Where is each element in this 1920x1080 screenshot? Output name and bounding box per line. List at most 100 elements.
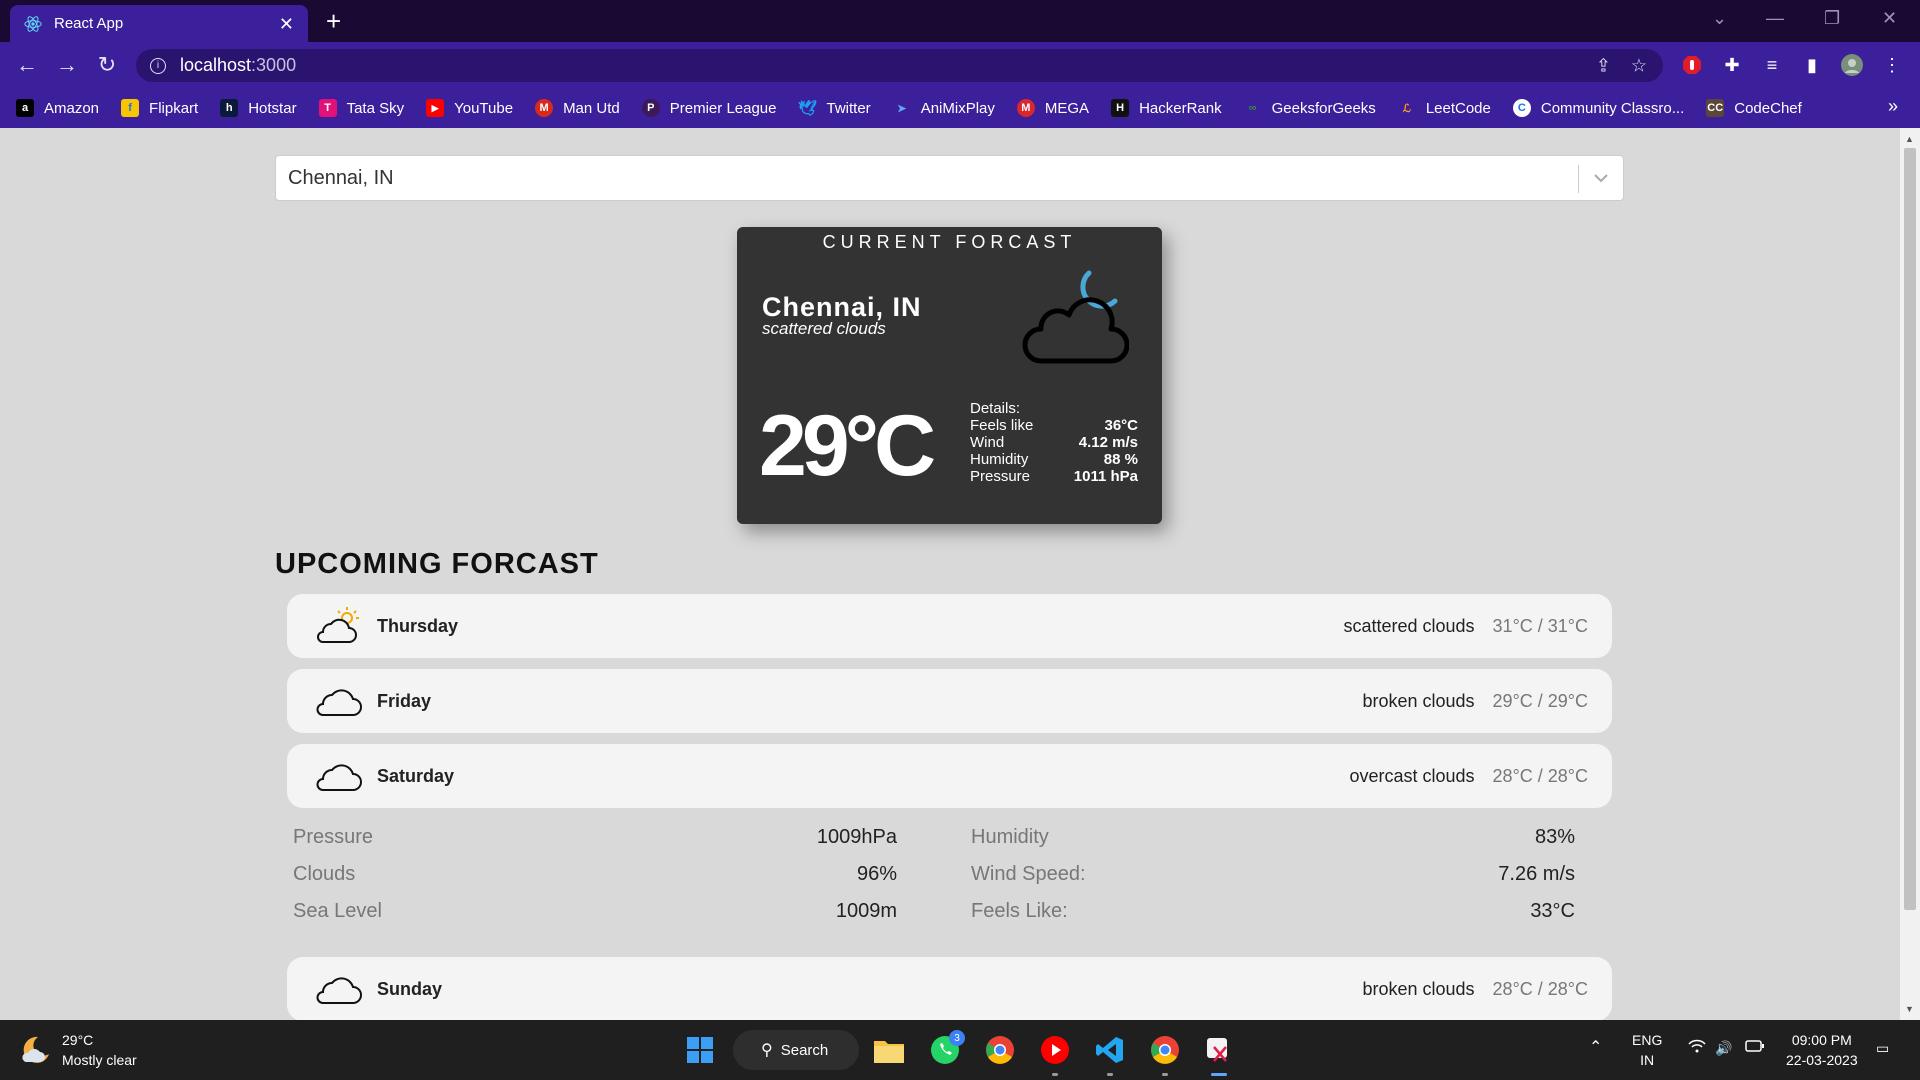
reload-button[interactable]: ↻ (93, 51, 121, 79)
language-line-1: ENG (1632, 1032, 1663, 1048)
twitter-icon: 🕊 (797, 100, 818, 117)
amazon-icon: a (16, 99, 34, 117)
exp-value: 33°C (1530, 900, 1575, 922)
back-button[interactable]: ← (13, 51, 41, 79)
bookmark-label: Hotstar (248, 99, 297, 117)
bookmark-twitter[interactable]: 🕊 Twitter (797, 99, 871, 118)
extensions-puzzle-icon[interactable]: ✚ (1719, 52, 1745, 78)
notifications-icon[interactable]: ▭ (1876, 1038, 1889, 1058)
bookmark-mega[interactable]: M MEGA (1016, 99, 1089, 117)
taskbar-search-button[interactable]: ⚲ Search (733, 1030, 859, 1070)
bookmark-star-icon[interactable]: ☆ (1631, 55, 1647, 76)
battery-icon[interactable] (1745, 1038, 1765, 1058)
bookmark-flipkart[interactable]: f Flipkart (121, 99, 198, 117)
minimize-button[interactable]: — (1766, 8, 1784, 29)
volume-icon[interactable]: 🔊 (1715, 1038, 1732, 1058)
running-indicator (1052, 1073, 1058, 1076)
bookmark-youtube[interactable]: ▶ YouTube (426, 99, 513, 117)
file-explorer-icon[interactable] (869, 1030, 909, 1070)
detail-value: 88 % (1103, 451, 1138, 468)
bookmark-codechef[interactable]: CC CodeChef (1706, 99, 1802, 117)
bookmark-premier-league[interactable]: P Premier League (641, 99, 777, 117)
site-info-icon[interactable]: i (150, 57, 166, 74)
day-name: Saturday (377, 765, 455, 786)
day-temps: 28°C / 28°C (1492, 978, 1588, 999)
bookmark-community-classroom[interactable]: C Community Classro... (1512, 99, 1684, 117)
bookmark-label: Tata Sky (346, 99, 405, 117)
tab-search-icon[interactable]: ⌄ (1712, 8, 1727, 29)
bookmark-hotstar[interactable]: h Hotstar (220, 99, 297, 117)
scroll-up-arrow-icon[interactable]: ▲ (1905, 134, 1914, 144)
media-control-icon[interactable]: ≡ (1759, 52, 1785, 78)
page-scrollbar[interactable]: ▲ ▼ (1900, 128, 1920, 1020)
forecast-day-saturday[interactable]: Saturday overcast clouds 28°C / 28°C (287, 744, 1612, 808)
youtube-music-app-icon[interactable] (1035, 1030, 1075, 1076)
taskbar-weather-widget[interactable]: 29°C Mostly clear (20, 1030, 137, 1070)
city-search-select[interactable]: Chennai, IN (275, 155, 1624, 201)
bookmark-amazon[interactable]: a Amazon (16, 99, 99, 117)
day-description: broken clouds (1362, 978, 1475, 999)
exp-value: 1009hPa (816, 826, 897, 848)
new-tab-button[interactable]: + (326, 6, 341, 36)
search-icon: ⚲ (761, 1042, 773, 1059)
address-bar[interactable]: i localhost:3000 ⇪ ☆ (136, 49, 1663, 82)
show-hidden-icons-chevron[interactable]: ⌃ (1589, 1038, 1602, 1058)
bookmark-label: CodeChef (1734, 99, 1802, 117)
city-search-value: Chennai, IN (288, 166, 394, 189)
clock[interactable]: 09:00 PM 22-03-2023 (1786, 1030, 1858, 1070)
whatsapp-icon[interactable]: 3 (925, 1030, 965, 1070)
close-window-button[interactable]: ✕ (1882, 8, 1897, 29)
chrome-profile-icon[interactable] (1145, 1030, 1185, 1076)
exp-row-feels-like: Feels Like: 33°C (971, 900, 1575, 937)
geeksforgeeks-icon: ∞ (1248, 102, 1257, 114)
clock-time: 09:00 PM (1791, 1032, 1852, 1048)
restore-button[interactable]: ❐ (1824, 8, 1840, 29)
tab-close-icon[interactable]: ✕ (279, 15, 294, 33)
forward-button[interactable]: → (53, 51, 81, 79)
scrollbar-thumb[interactable] (1904, 148, 1916, 910)
forecast-day-friday[interactable]: Friday broken clouds 29°C / 29°C (287, 669, 1612, 733)
mega-icon: M (1016, 99, 1035, 117)
hackerrank-icon: H (1111, 99, 1130, 117)
share-icon[interactable]: ⇪ (1596, 55, 1611, 76)
expanded-left-column: Pressure 1009hPa Clouds 96% Sea Level 1009m (293, 826, 897, 937)
day-temps: 28°C / 28°C (1492, 765, 1588, 786)
forecast-day-sunday[interactable]: Sunday broken clouds 28°C / 28°C (287, 957, 1612, 1020)
cloudy-night-icon (1019, 267, 1130, 372)
scroll-down-arrow-icon[interactable]: ▼ (1905, 1004, 1914, 1014)
tata-sky-icon: T (318, 99, 337, 117)
tab-react-app[interactable]: React App ✕ (10, 5, 308, 42)
side-panel-icon[interactable]: ▮ (1799, 52, 1825, 78)
forecast-day-thursday[interactable]: Thursday scattered clouds 31°C / 31°C (287, 594, 1612, 658)
profile-avatar[interactable] (1839, 52, 1865, 78)
current-forecast-heading: CURRENT FORCAST (822, 232, 1077, 252)
bookmark-animixplay[interactable]: ➤ AniMixPlay (893, 99, 995, 117)
taskbar-weather-temp: 29°C (62, 1032, 94, 1048)
exp-label: Feels Like: (971, 900, 1068, 922)
bookmark-man-utd[interactable]: M Man Utd (535, 99, 620, 117)
wifi-icon[interactable] (1688, 1038, 1706, 1058)
bookmark-leetcode[interactable]: ℒ LeetCode (1398, 99, 1491, 117)
adblock-extension-icon[interactable] (1679, 52, 1705, 78)
cloud-icon (316, 764, 362, 791)
day-description: overcast clouds (1349, 765, 1475, 786)
bookmark-geeksforgeeks[interactable]: ∞ GeeksforGeeks (1244, 99, 1376, 117)
chevron-down-icon[interactable] (1592, 164, 1610, 197)
bookmark-hackerrank[interactable]: H HackerRank (1111, 99, 1222, 117)
exp-row-clouds: Clouds 96% (293, 863, 897, 900)
more-bookmarks-chevron-icon[interactable]: » (1888, 96, 1898, 117)
chrome-icon[interactable] (980, 1030, 1020, 1070)
moon-cloud-icon (22, 1036, 49, 1063)
url-host: localhost (180, 55, 252, 75)
animixplay-icon: ➤ (897, 102, 907, 115)
vscode-icon[interactable] (1090, 1030, 1130, 1076)
exp-row-wind-speed: Wind Speed: 7.26 m/s (971, 863, 1575, 900)
chrome-menu-icon[interactable]: ⋮ (1879, 52, 1905, 78)
cloud-icon (316, 977, 362, 1004)
windows-start-icon[interactable] (680, 1030, 720, 1070)
detail-value: 4.12 m/s (1078, 434, 1138, 451)
select-separator (1578, 165, 1579, 193)
language-indicator[interactable]: ENG IN (1632, 1030, 1662, 1070)
snipping-tool-icon[interactable] (1199, 1030, 1239, 1076)
bookmark-tata-sky[interactable]: T Tata Sky (318, 99, 405, 117)
